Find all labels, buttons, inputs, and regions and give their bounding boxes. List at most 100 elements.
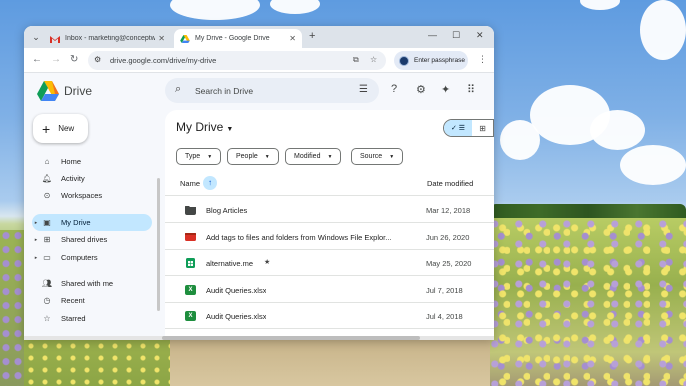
apps-grid-icon[interactable]: ⠿ <box>467 83 475 96</box>
workspaces-icon: ⊙ <box>43 191 51 200</box>
close-icon[interactable]: ✕ <box>289 34 296 43</box>
file-date: May 25, 2020 <box>426 259 472 268</box>
expand-icon[interactable]: ▸ <box>32 237 40 243</box>
sidebar-item-computers[interactable]: ▸ ▭ Computers <box>32 249 152 266</box>
date-modified-column-header[interactable]: Date modified <box>427 179 473 188</box>
grid-view-button[interactable]: ⊞ <box>472 120 493 136</box>
google-sheets-icon <box>186 258 195 268</box>
chevron-down-icon: ▼ <box>226 126 234 133</box>
drive-brand[interactable]: Drive <box>64 84 92 98</box>
file-row[interactable]: X Audit Queries.xlsx Jul 7, 2018 <box>165 277 494 303</box>
sidebar-item-label: Workspaces <box>61 191 103 200</box>
search-input[interactable]: Search in Drive <box>195 86 253 96</box>
expand-icon[interactable]: ▸ <box>32 255 40 261</box>
close-icon[interactable]: ✕ <box>158 34 165 43</box>
sidebar-item-label: Shared drives <box>61 235 108 244</box>
filter-modified-chip[interactable]: Modified ▼ <box>285 148 342 165</box>
chevron-down-icon: ▼ <box>264 153 270 160</box>
file-name: Add tags to files and folders from Windo… <box>206 233 392 242</box>
sidebar-item-my-drive[interactable]: ▸ ▣ My Drive <box>32 214 152 231</box>
browser-toolbar: ← → ↻ ⚙ drive.google.com/drive/my-drive … <box>24 48 494 73</box>
file-name: Audit Queries.xlsx <box>206 286 267 295</box>
chip-label: Type <box>185 153 201 160</box>
chevron-down-icon: ▼ <box>207 153 213 160</box>
list-view-button[interactable]: ✓ ☰ <box>444 120 472 136</box>
gemini-sparkle-icon[interactable]: ✦ <box>441 83 450 96</box>
scrollbar-thumb[interactable] <box>162 336 420 340</box>
file-date: Jul 7, 2018 <box>426 286 463 295</box>
sidebar-item-label: Computers <box>61 253 98 262</box>
tab-gmail-inbox[interactable]: Inbox - marketing@conceptwo ✕ <box>44 29 171 48</box>
new-button[interactable]: + New <box>33 114 88 143</box>
search-options-icon[interactable]: ☰ <box>359 84 368 95</box>
file-row[interactable]: alternative.me ★ May 25, 2020 <box>165 250 494 276</box>
star-icon: ☆ <box>43 314 51 323</box>
sidebar-item-shared-drives[interactable]: ▸ ⊞ Shared drives <box>32 231 152 248</box>
page-title-button[interactable]: My Drive ▼ <box>176 120 233 134</box>
chevron-down-icon: ▼ <box>327 153 333 160</box>
help-icon[interactable]: ? <box>391 83 397 95</box>
file-list-header: Name ↑ Date modified <box>165 173 494 196</box>
chip-label: Source <box>360 153 383 160</box>
file-row[interactable]: Blog Articles Mar 12, 2018 <box>165 197 494 223</box>
file-name: alternative.me <box>206 259 254 268</box>
file-date: Mar 12, 2018 <box>426 206 471 215</box>
tab-my-drive[interactable]: My Drive - Google Drive ✕ <box>174 29 302 48</box>
filter-people-chip[interactable]: People ▼ <box>227 148 279 165</box>
sidebar-item-label: My Drive <box>61 218 91 227</box>
sidebar-item-recent[interactable]: ◷ Recent <box>32 292 152 309</box>
site-info-icon[interactable]: ⚙ <box>94 55 101 64</box>
sidebar-item-activity[interactable]: 🔔︎ Activity <box>32 170 152 187</box>
chevron-down-icon: ▼ <box>389 153 395 160</box>
sidebar-item-home[interactable]: ⌂ Home <box>32 153 152 170</box>
clock-icon: ◷ <box>43 296 51 305</box>
file-list-panel: My Drive ▼ ✓ ☰ ⊞ Type ▼ People ▼ Modified ▼ … <box>165 110 494 340</box>
install-app-icon[interactable]: ⧉ <box>353 55 359 65</box>
profile-avatar <box>399 55 409 66</box>
file-row[interactable]: X Audit Queries.xlsx Jul 4, 2018 <box>165 303 494 329</box>
file-date: Jul 4, 2018 <box>426 312 463 321</box>
address-bar[interactable]: ⚙ drive.google.com/drive/my-drive ⧉ ☆ <box>88 51 386 70</box>
sidebar-item-label: Shared with me <box>61 279 114 288</box>
file-name: Blog Articles <box>206 206 248 215</box>
sidebar-item-shared-with-me[interactable]: 👥︎ Shared with me <box>32 275 152 292</box>
horizontal-scrollbar[interactable] <box>24 336 494 340</box>
home-icon: ⌂ <box>44 157 50 166</box>
search-icon[interactable]: ⌕ <box>175 83 181 96</box>
file-row[interactable]: Add tags to files and folders from Windo… <box>165 224 494 250</box>
filter-source-chip[interactable]: Source ▼ <box>351 148 404 165</box>
expand-icon[interactable]: ▸ <box>32 220 40 226</box>
name-column-header[interactable]: Name <box>180 179 200 188</box>
url-text[interactable]: drive.google.com/drive/my-drive <box>110 56 216 65</box>
tab-search-icon[interactable]: ⌄ <box>30 31 42 43</box>
sidebar-item-starred[interactable]: ☆ Starred <box>32 310 152 327</box>
excel-file-icon: X <box>185 311 196 321</box>
back-icon[interactable]: ← <box>32 54 42 65</box>
excel-file-icon: X <box>185 285 196 295</box>
plus-icon: + <box>42 120 51 137</box>
filter-type-chip[interactable]: Type ▼ <box>176 148 222 165</box>
enter-passphrase-button[interactable]: Enter passphrase <box>394 51 468 70</box>
drive-logo-icon <box>37 81 59 101</box>
forward-icon[interactable]: → <box>51 54 61 65</box>
sort-arrow-up-icon[interactable]: ↑ <box>203 176 217 190</box>
video-file-icon <box>185 233 196 241</box>
chip-label: Modified <box>294 153 321 160</box>
new-tab-button[interactable]: + <box>309 30 315 42</box>
window-close-icon[interactable]: ✕ <box>476 30 484 41</box>
google-drive-app: Drive ⌕ Search in Drive ☰ ? ⚙ ✦ ⠿ + New … <box>24 73 494 340</box>
sidebar-scrollbar[interactable] <box>157 178 160 311</box>
starred-icon[interactable]: ★ <box>264 258 270 266</box>
minimize-icon[interactable]: — <box>428 30 437 40</box>
sidebar-item-label: Starred <box>61 314 86 323</box>
sidebar-item-workspaces[interactable]: ⊙ Workspaces <box>32 187 152 204</box>
shared-drives-icon: ⊞ <box>43 235 51 244</box>
bookmark-star-icon[interactable]: ☆ <box>370 55 377 64</box>
drive-search-bar[interactable]: ⌕ Search in Drive ☰ <box>165 78 379 103</box>
browser-menu-icon[interactable]: ⋮ <box>478 54 487 65</box>
tab-title: My Drive - Google Drive <box>195 35 270 42</box>
reload-icon[interactable]: ↻ <box>70 54 78 65</box>
page-title: My Drive <box>176 120 224 134</box>
maximize-icon[interactable]: ☐ <box>452 30 460 41</box>
settings-gear-icon[interactable]: ⚙ <box>416 83 426 96</box>
